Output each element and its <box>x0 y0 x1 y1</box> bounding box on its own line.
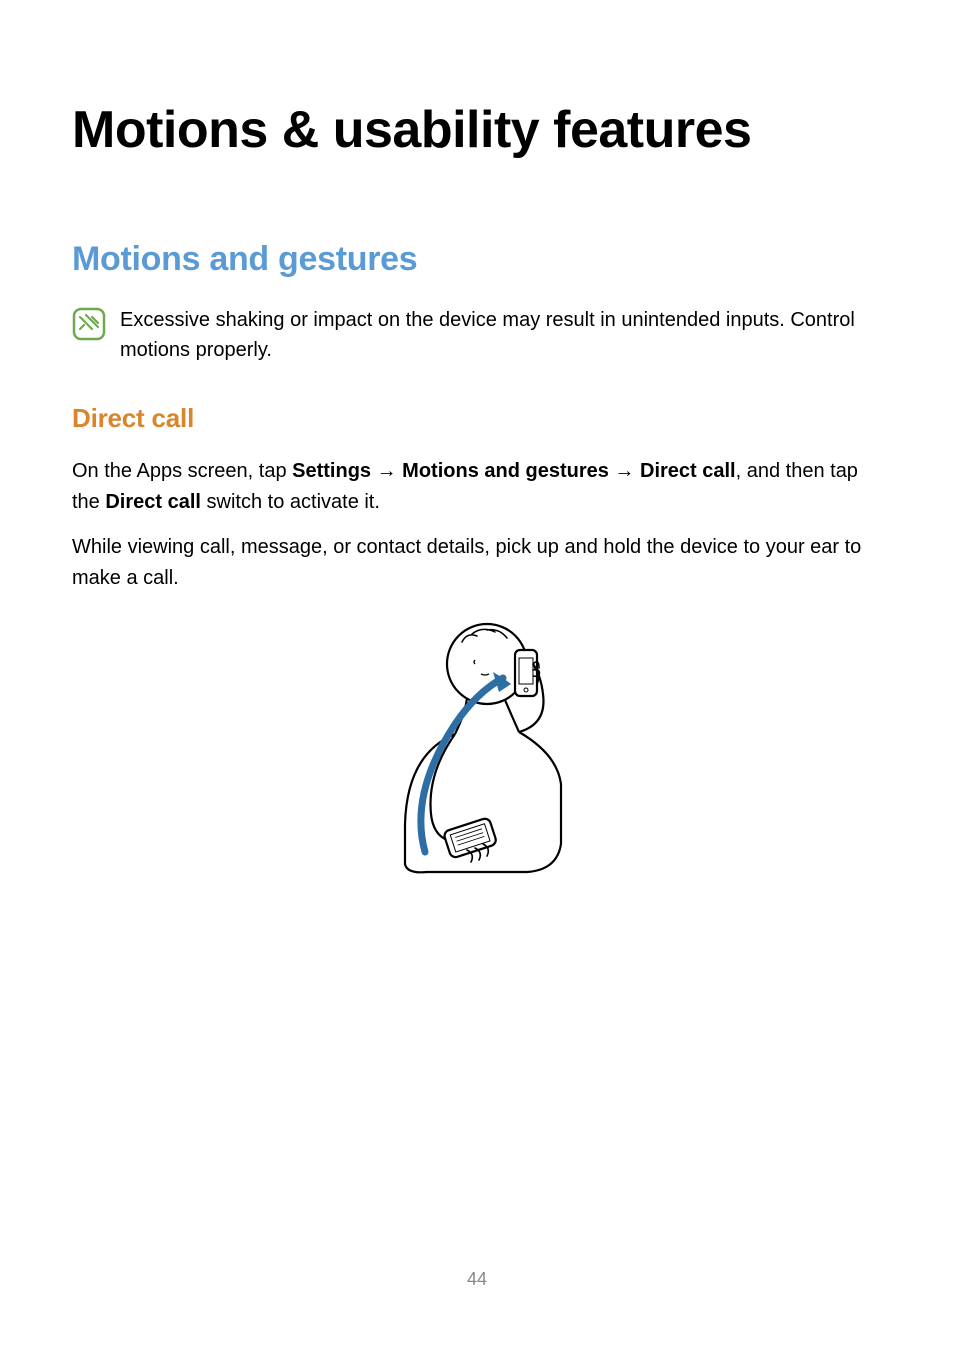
arrow-2: → <box>609 460 640 482</box>
note-text: Excessive shaking or impact on the devic… <box>120 305 882 365</box>
section-heading-motions: Motions and gestures <box>72 240 882 279</box>
paragraph-instructions: On the Apps screen, tap Settings → Motio… <box>72 456 882 518</box>
note-icon <box>72 307 106 346</box>
bold-directcall-1: Direct call <box>640 460 736 482</box>
page-title: Motions & usability features <box>72 100 882 160</box>
note-block: Excessive shaking or impact on the devic… <box>72 305 882 365</box>
page-number: 44 <box>0 1269 954 1290</box>
text-pre: On the Apps screen, tap <box>72 460 292 482</box>
arrow-1: → <box>371 460 402 482</box>
bold-settings: Settings <box>292 460 371 482</box>
bold-motions: Motions and gestures <box>402 460 609 482</box>
text-post: switch to activate it. <box>201 491 380 513</box>
bold-directcall-2: Direct call <box>105 491 201 513</box>
direct-call-illustration <box>347 614 607 894</box>
paragraph-description: While viewing call, message, or contact … <box>72 532 882 594</box>
illustration-container <box>72 614 882 894</box>
subsection-heading-direct-call: Direct call <box>72 403 882 434</box>
